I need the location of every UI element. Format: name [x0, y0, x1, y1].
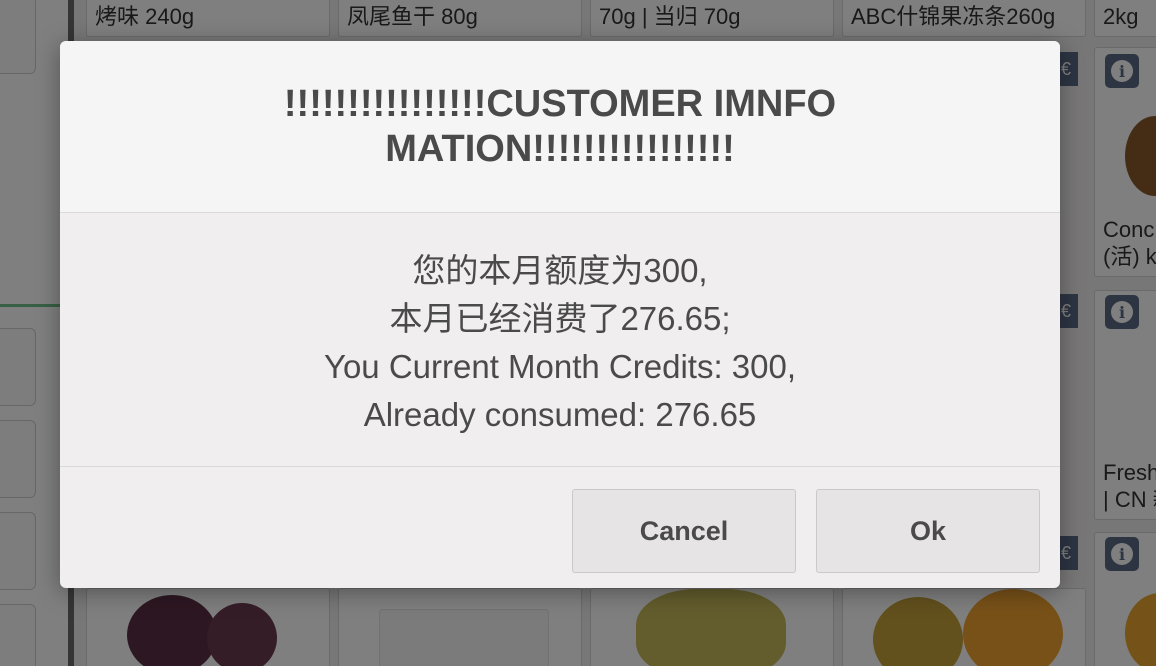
cancel-button[interactable]: Cancel	[572, 489, 796, 573]
dialog-header: !!!!!!!!!!!!!!!!CUSTOMER IMNFOMATION!!!!…	[60, 41, 1060, 213]
dialog-footer: Cancel Ok	[60, 467, 1060, 588]
dialog-body: 您的本月额度为300, 本月已经消费了276.65; You Current M…	[60, 213, 1060, 467]
ok-button[interactable]: Ok	[816, 489, 1040, 573]
credit-limit-en: You Current Month Credits: 300,	[323, 347, 797, 385]
customer-info-dialog: !!!!!!!!!!!!!!!!CUSTOMER IMNFOMATION!!!!…	[60, 41, 1060, 588]
consumed-en: Already consumed: 276.65	[363, 395, 757, 433]
dialog-title: !!!!!!!!!!!!!!!!CUSTOMER IMNFOMATION!!!!…	[283, 82, 837, 170]
credit-limit-cn: 您的本月额度为300,	[412, 251, 708, 289]
consumed-cn: 本月已经消费了276.65;	[389, 299, 731, 337]
